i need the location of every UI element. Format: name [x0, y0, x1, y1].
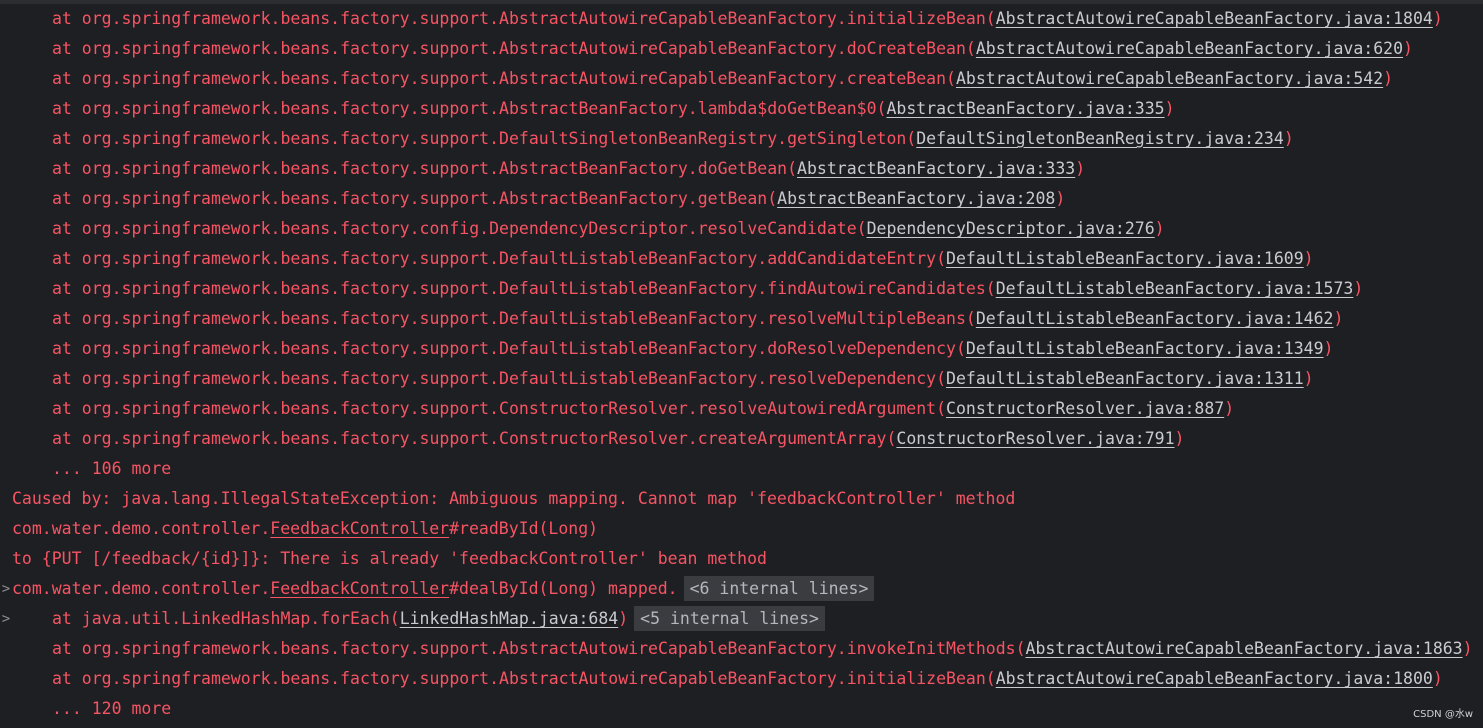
internal-lines-chip[interactable]: <6 internal lines> — [683, 576, 875, 601]
frame-close-paren: ) — [1432, 9, 1443, 28]
put-mapping-line: to {PUT [/feedback/{id}]}: There is alre… — [0, 544, 1483, 574]
stack-frame: at org.springframework.beans.factory.sup… — [0, 244, 1483, 274]
stack-frames-bottom: at org.springframework.beans.factory.sup… — [0, 634, 1483, 694]
caused-by-text: Caused by: java.lang.IllegalStateExcepti… — [12, 489, 1016, 508]
internal-lines-chip[interactable]: <5 internal lines> — [634, 606, 825, 631]
frame-method: at org.springframework.beans.factory.sup… — [52, 249, 947, 268]
console-output: at org.springframework.beans.factory.sup… — [0, 4, 1483, 724]
frame-source-link[interactable]: LinkedHashMap.java:684 — [400, 609, 619, 628]
frame-method: at org.springframework.beans.factory.sup… — [52, 99, 887, 118]
more-frames-120: ... 120 more — [0, 694, 1483, 724]
stack-frame: at org.springframework.beans.factory.sup… — [0, 304, 1483, 334]
frame-method: at org.springframework.beans.factory.sup… — [52, 369, 947, 388]
stack-frame: at org.springframework.beans.factory.con… — [0, 214, 1483, 244]
frame-source-link[interactable]: DefaultListableBeanFactory.java:1573 — [996, 279, 1354, 298]
stack-frames-top: at org.springframework.beans.factory.sup… — [0, 4, 1483, 454]
frame-method: at org.springframework.beans.factory.sup… — [52, 189, 778, 208]
frame-close-paren: ) — [1323, 339, 1334, 358]
frame-source-link[interactable]: AbstractBeanFactory.java:208 — [777, 189, 1055, 208]
readbyid-line: com.water.demo.controller.FeedbackContro… — [0, 514, 1483, 544]
stack-frame: at org.springframework.beans.factory.sup… — [0, 364, 1483, 394]
dealbyid-prefix: com.water.demo.controller. — [12, 579, 271, 598]
frame-method: at org.springframework.beans.factory.con… — [52, 219, 867, 238]
stack-frame: at org.springframework.beans.factory.sup… — [0, 94, 1483, 124]
stack-frame: at org.springframework.beans.factory.sup… — [0, 334, 1483, 364]
frame-close-paren: ) — [1154, 219, 1165, 238]
dealbyid-line: > com.water.demo.controller.FeedbackContr… — [0, 574, 1483, 604]
more-frames-label: ... 106 more — [52, 459, 172, 478]
frame-method: at org.springframework.beans.factory.sup… — [52, 129, 917, 148]
frame-close-paren: ) — [1075, 159, 1086, 178]
fold-chevron-icon[interactable]: > — [0, 604, 12, 634]
frame-source-link[interactable]: AbstractAutowireCapableBeanFactory.java:… — [956, 69, 1383, 88]
frame-close-paren: ) — [1403, 39, 1413, 58]
frame-close-paren: ) — [1432, 669, 1443, 688]
stack-frame: at org.springframework.beans.factory.sup… — [0, 394, 1483, 424]
frame-close-paren: ) — [1055, 189, 1066, 208]
frame-source-link[interactable]: ConstructorResolver.java:887 — [946, 399, 1224, 418]
stack-frame: at org.springframework.beans.factory.sup… — [0, 664, 1483, 694]
frame-source-link[interactable]: AbstractBeanFactory.java:335 — [886, 99, 1164, 118]
frame-source-link[interactable]: DefaultListableBeanFactory.java:1462 — [976, 309, 1334, 328]
put-mapping-text: to {PUT [/feedback/{id}]}: There is alre… — [12, 549, 767, 568]
feedback-controller-link[interactable]: FeedbackController — [270, 519, 449, 538]
frame-method: at org.springframework.beans.factory.sup… — [52, 669, 996, 688]
frame-close-paren: ) — [1353, 279, 1364, 298]
foreach-frame: > at java.util.LinkedHashMap.forEach(Link… — [0, 604, 1483, 634]
frame-method: at java.util.LinkedHashMap.forEach( — [52, 609, 400, 628]
frame-source-link[interactable]: DefaultListableBeanFactory.java:1609 — [946, 249, 1304, 268]
more-frames-106: ... 106 more — [0, 454, 1483, 484]
frame-source-link[interactable]: DefaultSingletonBeanRegistry.java:234 — [916, 129, 1284, 148]
stack-frame: at org.springframework.beans.factory.sup… — [0, 4, 1483, 34]
frame-method: at org.springframework.beans.factory.sup… — [52, 9, 996, 28]
frame-source-link[interactable]: DependencyDescriptor.java:276 — [867, 219, 1155, 238]
frame-close-paren: ) — [1462, 639, 1473, 658]
frame-method: at org.springframework.beans.factory.sup… — [52, 339, 966, 358]
stack-frame: at org.springframework.beans.factory.sup… — [0, 154, 1483, 184]
frame-method: at org.springframework.beans.factory.sup… — [52, 279, 996, 298]
frame-source-link[interactable]: AbstractAutowireCapableBeanFactory.java:… — [996, 669, 1433, 688]
stack-frame: at org.springframework.beans.factory.sup… — [0, 184, 1483, 214]
frame-source-link[interactable]: AbstractAutowireCapableBeanFactory.java:… — [996, 9, 1433, 28]
frame-method: at org.springframework.beans.factory.sup… — [52, 69, 956, 88]
readbyid-prefix: com.water.demo.controller. — [12, 519, 271, 538]
frame-close-paren: ) — [1174, 429, 1185, 448]
frame-source-link[interactable]: AbstractBeanFactory.java:333 — [797, 159, 1075, 178]
frame-close-paren: ) — [1224, 399, 1235, 418]
frame-source-link[interactable]: AbstractAutowireCapableBeanFactory.java:… — [1026, 639, 1463, 658]
stack-frame: at org.springframework.beans.factory.sup… — [0, 274, 1483, 304]
frame-close-paren: ) — [1303, 369, 1314, 388]
frame-method: at org.springframework.beans.factory.sup… — [52, 309, 976, 328]
stack-frame: at org.springframework.beans.factory.sup… — [0, 64, 1483, 94]
watermark: CSDN @水w — [1413, 709, 1473, 720]
dealbyid-suffix: #dealById(Long) mapped. — [449, 579, 678, 598]
frame-source-link[interactable]: AbstractAutowireCapableBeanFactory.java:… — [976, 39, 1403, 58]
frame-close-paren: ) — [1283, 129, 1294, 148]
more-frames-label: ... 120 more — [52, 699, 172, 718]
feedback-controller-link[interactable]: FeedbackController — [270, 579, 449, 598]
frame-method: at org.springframework.beans.factory.sup… — [52, 429, 897, 448]
frame-method: at org.springframework.beans.factory.sup… — [52, 399, 947, 418]
frame-method: at org.springframework.beans.factory.sup… — [52, 159, 798, 178]
frame-close-paren: ) — [1164, 99, 1175, 118]
stack-frame: at org.springframework.beans.factory.sup… — [0, 124, 1483, 154]
caused-by-line: Caused by: java.lang.IllegalStateExcepti… — [0, 484, 1483, 514]
frame-source-link[interactable]: ConstructorResolver.java:791 — [896, 429, 1174, 448]
frame-close-paren: ) — [1333, 309, 1344, 328]
frame-close-paren: ) — [618, 609, 629, 628]
frame-method: at org.springframework.beans.factory.sup… — [52, 39, 976, 58]
frame-source-link[interactable]: DefaultListableBeanFactory.java:1311 — [946, 369, 1304, 388]
frame-source-link[interactable]: DefaultListableBeanFactory.java:1349 — [966, 339, 1324, 358]
fold-chevron-icon[interactable]: > — [0, 574, 12, 604]
frame-close-paren: ) — [1303, 249, 1314, 268]
readbyid-suffix: #readById(Long) — [449, 519, 599, 538]
stack-frame: at org.springframework.beans.factory.sup… — [0, 634, 1483, 664]
stack-frame: at org.springframework.beans.factory.sup… — [0, 424, 1483, 454]
stack-frame: at org.springframework.beans.factory.sup… — [0, 34, 1483, 64]
frame-method: at org.springframework.beans.factory.sup… — [52, 639, 1026, 658]
frame-close-paren: ) — [1383, 69, 1394, 88]
